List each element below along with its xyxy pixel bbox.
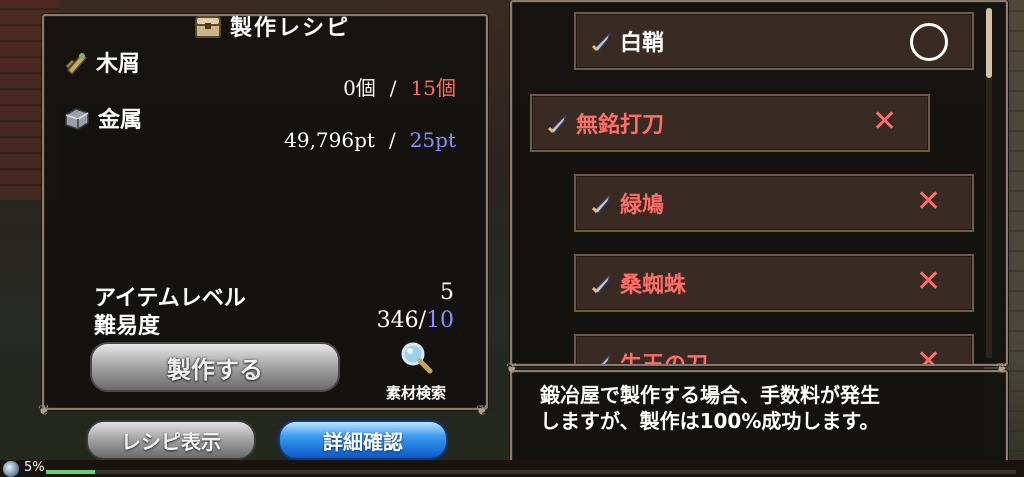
- panel-title: 製作レシピ: [194, 12, 351, 41]
- recipe-item-shirasaya[interactable]: 白鞘: [574, 12, 974, 70]
- recipe-item-midorihato[interactable]: 緑鳩 ✕: [574, 174, 974, 232]
- corner-ornament: ❦: [506, 361, 518, 377]
- material-search-label: 素材検索: [385, 384, 446, 402]
- difficulty-max: 10: [426, 308, 454, 333]
- material-count-wood: 0個 / 15個: [343, 72, 456, 101]
- material-name: 金属: [98, 108, 143, 133]
- recipe-name: 無銘打刀: [576, 113, 665, 138]
- recipe-name: 白鞘: [620, 31, 665, 56]
- magnifier-icon: [401, 342, 433, 374]
- not-craftable-x-icon: ✕: [916, 264, 942, 299]
- material-row-metal: 金属: [62, 102, 142, 134]
- recipe-list-scroll-thumb[interactable]: [986, 8, 992, 78]
- wood-scrap-icon: [65, 52, 88, 76]
- material-search-button[interactable]: 素材検索: [376, 340, 456, 403]
- material-have: 0個: [343, 76, 376, 100]
- recipe-display-button[interactable]: レシピ表示: [86, 420, 256, 460]
- info-line-1: 鍛冶屋で製作する場合、手数料が発生: [540, 383, 880, 407]
- recipe-list-panel[interactable]: 白鞘 無銘打刀 ✕ 緑鳩 ✕ 桑蜘蛛 ✕ 牛王の刀 ✕: [510, 0, 1008, 366]
- detail-check-label: 詳細確認: [323, 429, 403, 454]
- corner-ornament: ❦: [476, 403, 488, 419]
- detail-check-button[interactable]: 詳細確認: [278, 420, 448, 460]
- recipe-item-goou-no-katana[interactable]: 牛王の刀 ✕: [574, 334, 974, 366]
- material-need: 25pt: [409, 128, 456, 152]
- sword-icon: [600, 354, 611, 364]
- status-orb-icon: [3, 461, 19, 477]
- craft-button[interactable]: 製作する: [90, 342, 340, 392]
- crafting-chest-icon: [195, 16, 221, 38]
- corner-ornament: ❦: [38, 403, 50, 419]
- not-craftable-x-icon: ✕: [872, 104, 898, 139]
- recipe-name: 緑鳩: [620, 193, 665, 218]
- difficulty-row: 難易度 346/10: [94, 308, 454, 340]
- recipe-display-label: レシピ表示: [121, 429, 221, 454]
- sword-icon: [591, 32, 611, 52]
- progress-track: [46, 470, 1016, 474]
- recipe-name: 桑蜘蛛: [620, 273, 687, 298]
- progress-fill: [46, 470, 95, 474]
- material-count-metal: 49,796pt / 25pt: [284, 128, 456, 152]
- sword-icon: [591, 274, 611, 294]
- progress-percent: 5%: [24, 460, 45, 475]
- sword-icon: [547, 114, 567, 134]
- material-have: 49,796pt: [284, 128, 375, 152]
- sword-icon: [591, 194, 611, 214]
- metal-icon: [65, 108, 89, 130]
- craftable-circle-icon: [910, 23, 948, 61]
- material-need: 15個: [410, 76, 456, 100]
- recipe-name: 牛王の刀: [620, 353, 709, 366]
- craft-button-label: 製作する: [167, 355, 263, 384]
- bottom-progress-bar: 5%: [0, 460, 1024, 477]
- material-name: 木屑: [96, 52, 141, 77]
- info-text: 鍛冶屋で製作する場合、手数料が発生 しますが、製作は100%成功します。: [540, 382, 880, 434]
- not-craftable-x-icon: ✕: [916, 184, 942, 219]
- slash: /: [388, 128, 396, 152]
- corner-ornament: ❦: [996, 361, 1008, 377]
- recipe-item-mumei-uchigatana[interactable]: 無銘打刀 ✕: [530, 94, 930, 152]
- material-row-wood: 木屑: [62, 46, 140, 78]
- not-craftable-x-icon: ✕: [916, 344, 942, 366]
- difficulty-value-group: 346/10: [376, 308, 454, 333]
- difficulty-label: 難易度: [94, 314, 161, 339]
- slash: /: [389, 76, 397, 100]
- title-text: 製作レシピ: [230, 16, 351, 41]
- recipe-item-kuwagumo[interactable]: 桑蜘蛛 ✕: [574, 254, 974, 312]
- difficulty-value: 346: [376, 308, 419, 333]
- info-line-2: しますが、製作は100%成功します。: [540, 409, 880, 433]
- info-message-box: 鍛冶屋で製作する場合、手数料が発生 しますが、製作は100%成功します。 ❦ ❦: [506, 362, 1008, 464]
